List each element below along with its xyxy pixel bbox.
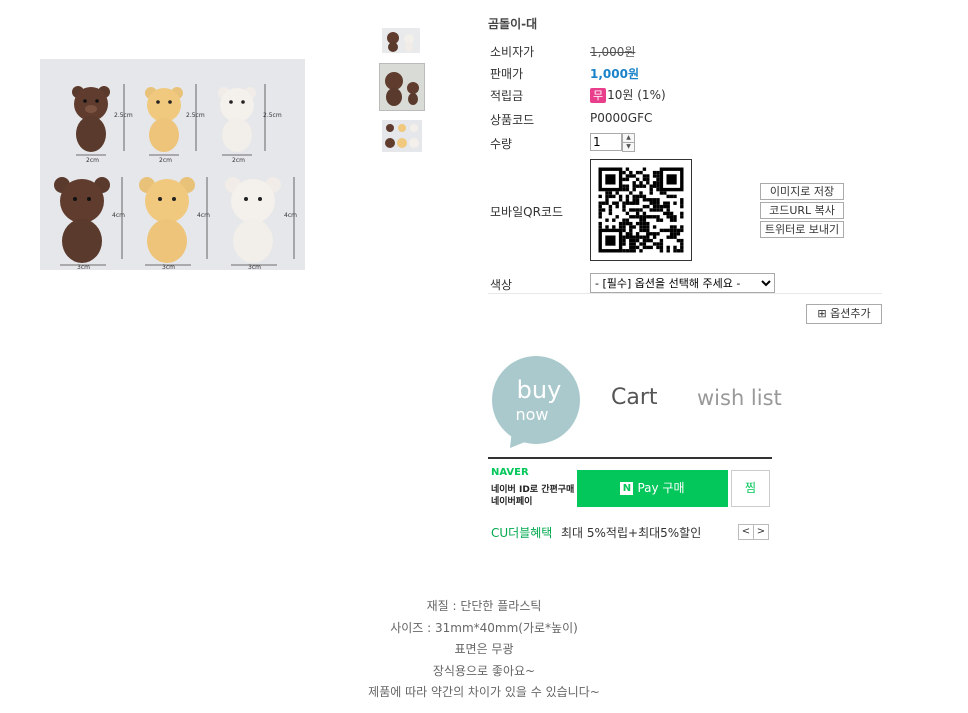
quantity-stepper: ▲ ▼ bbox=[590, 133, 635, 152]
width-label-5: 3cm bbox=[162, 264, 175, 270]
save-image-button[interactable]: 이미지로 저장 bbox=[760, 183, 844, 200]
naver-pay-name: 네이버페이 bbox=[491, 497, 533, 507]
description-line: 표면은 무광 bbox=[454, 642, 514, 656]
send-twitter-button[interactable]: 트위터로 보내기 bbox=[760, 221, 844, 238]
height-label-4: 4cm bbox=[112, 212, 125, 219]
sale-price-label: 판매가 bbox=[490, 67, 524, 81]
width-label-3: 2cm bbox=[232, 157, 245, 164]
cu-benefit-text: 최대 5%적립+최대5%할인 bbox=[561, 526, 702, 540]
now-label: now bbox=[515, 405, 548, 424]
width-label-6: 3cm bbox=[248, 264, 261, 270]
zzim-button[interactable]: 찜 bbox=[731, 470, 770, 507]
qr-code bbox=[590, 159, 692, 261]
thumbnail-2[interactable] bbox=[379, 63, 425, 111]
product-title: 곰돌이-대 bbox=[488, 17, 538, 31]
mileage-amount: 10원 (1%) bbox=[607, 88, 666, 102]
product-code-label: 상품코드 bbox=[490, 113, 535, 127]
quantity-input[interactable] bbox=[590, 133, 622, 151]
product-code-value: P0000GFC bbox=[590, 111, 653, 125]
add-option-label: 옵션추가 bbox=[830, 307, 871, 320]
thumbnail-3[interactable] bbox=[382, 120, 422, 152]
mobile-qr-label: 모바일QR코드 bbox=[490, 205, 563, 219]
qr-code-image bbox=[598, 167, 684, 253]
naver-pay-label: Pay 구매 bbox=[637, 481, 685, 495]
buy-now-button[interactable]: buy now bbox=[492, 356, 582, 451]
wish-list-button[interactable]: wish list bbox=[697, 386, 782, 410]
width-label-4: 3cm bbox=[77, 264, 90, 270]
naver-logo: NAVER bbox=[491, 467, 529, 478]
height-label-5: 4cm bbox=[197, 212, 210, 219]
height-label-6: 4cm bbox=[284, 212, 297, 219]
mileage-value: 무 10원 (1%) bbox=[590, 86, 666, 103]
height-label-2: 2.5cm bbox=[186, 112, 205, 119]
prev-arrow-icon[interactable]: < bbox=[738, 524, 754, 540]
description-line: 재질 : 단단한 플라스틱 bbox=[426, 599, 542, 613]
consumer-price-label: 소비자가 bbox=[490, 45, 535, 59]
plus-box-icon: ⊞ bbox=[817, 307, 827, 320]
height-label-1: 2.5cm bbox=[114, 112, 133, 119]
quantity-down-icon[interactable]: ▼ bbox=[622, 142, 635, 152]
color-option-select[interactable]: - [필수] 옵션을 선택해 주세요 - bbox=[590, 273, 775, 293]
width-label-1: 2cm bbox=[86, 157, 99, 164]
naver-n-icon: N bbox=[620, 482, 634, 495]
height-label-3: 2.5cm bbox=[263, 112, 282, 119]
divider bbox=[488, 457, 772, 459]
color-label: 색상 bbox=[490, 278, 513, 292]
description-line: 사이즈 : 31mm*40mm(가로*높이) bbox=[390, 621, 578, 635]
mileage-label: 적립금 bbox=[490, 89, 524, 103]
sale-price-value: 1,000원 bbox=[590, 67, 639, 81]
width-label-2: 2cm bbox=[159, 157, 172, 164]
consumer-price-value: 1,000원 bbox=[590, 45, 636, 59]
naver-pay-button[interactable]: N Pay 구매 bbox=[577, 470, 728, 507]
divider bbox=[488, 293, 882, 294]
main-product-image[interactable]: 2cm 2cm 2cm 2.5cm 2.5cm 2.5cm 3cm 3cm 3c… bbox=[40, 59, 305, 270]
cart-button[interactable]: Cart bbox=[611, 385, 658, 410]
description-line: 장식용으로 좋아요~ bbox=[432, 664, 536, 678]
next-arrow-icon[interactable]: > bbox=[753, 524, 769, 540]
thumbnail-1[interactable] bbox=[382, 28, 420, 53]
quantity-label: 수량 bbox=[490, 137, 513, 151]
description-line: 제품에 따라 약간의 차이가 있을 수 있습니다~ bbox=[368, 685, 600, 699]
mileage-badge: 무 bbox=[590, 88, 607, 103]
cu-benefit-title: CU더블혜택 bbox=[491, 526, 553, 540]
buy-label: buy bbox=[517, 376, 562, 404]
copy-code-url-button[interactable]: 코드URL 복사 bbox=[760, 202, 844, 219]
add-option-button[interactable]: ⊞ 옵션추가 bbox=[806, 304, 882, 324]
